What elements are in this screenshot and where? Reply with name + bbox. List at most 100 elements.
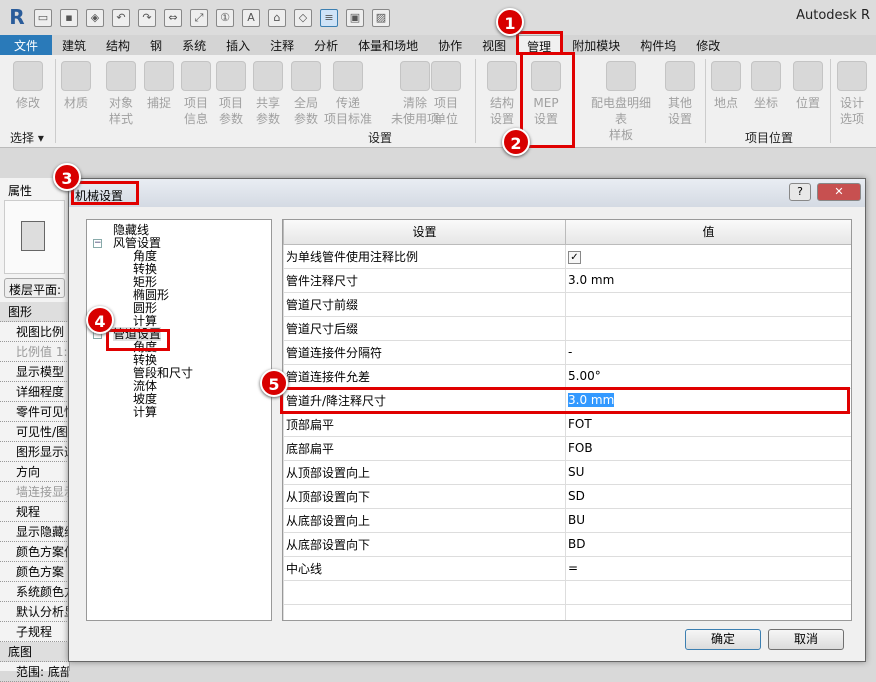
setting-value-text[interactable]: = (568, 561, 578, 575)
tree-item-duct-child[interactable]: 矩形 (133, 275, 157, 289)
section-icon[interactable]: ◇ (294, 8, 312, 27)
property-row[interactable]: 可见性/图 (0, 422, 69, 442)
revit-logo[interactable]: R (8, 7, 26, 27)
property-row[interactable]: 子规程 (0, 622, 69, 642)
property-row[interactable]: 方向 (0, 462, 69, 482)
property-row[interactable]: 图形显示选 (0, 442, 69, 462)
property-row[interactable]: 颜色方案 (0, 562, 69, 582)
close-hidden-icon[interactable]: ▨ (372, 8, 390, 27)
setting-value-text[interactable]: BD (568, 537, 585, 551)
measure-icon[interactable]: ⇔ (164, 8, 182, 27)
ribbon-button-18[interactable]: 设计 选项 (830, 61, 874, 127)
property-row[interactable]: 详细程度 (0, 382, 69, 402)
save-icon[interactable]: ▪ (60, 8, 78, 27)
property-row[interactable]: 比例值 1: (0, 342, 69, 362)
tree-item-pipe-child[interactable]: 计算 (133, 405, 157, 419)
tab-4[interactable]: 系统 (172, 35, 216, 55)
ribbon-button-12[interactable]: MEP 设置 (524, 61, 568, 127)
tab-11[interactable]: 管理 (516, 35, 563, 55)
setting-value[interactable]: 3.0 mm (565, 387, 851, 413)
tree-item-pipe-child[interactable]: 流体 (133, 379, 157, 393)
switch-windows-icon[interactable]: ▣ (346, 8, 364, 27)
setting-value[interactable]: SD (565, 483, 851, 509)
tree-item-pipe-child[interactable]: 转换 (133, 353, 157, 367)
table-row[interactable]: 中心线 = (283, 555, 851, 581)
setting-value-text[interactable]: FOT (568, 417, 592, 431)
setting-value-text[interactable]: 3.0 mm (568, 393, 615, 407)
setting-value[interactable]: FOB (565, 435, 851, 461)
property-row[interactable]: 视图比例 (0, 322, 69, 342)
tab-3[interactable]: 钢 (140, 35, 172, 55)
tab-13[interactable]: 构件坞 (630, 35, 686, 55)
table-row[interactable]: 管道连接件允差 5.00° (283, 363, 851, 389)
tab-10[interactable]: 视图 (472, 35, 516, 55)
tree-item-hidden-lines[interactable]: 隐藏线 (113, 223, 149, 237)
tree-item-pipe-settings[interactable]: 管道设置 (113, 327, 162, 341)
ribbon-button-0[interactable]: 修改 (6, 61, 50, 111)
property-row[interactable]: 规程 (0, 502, 69, 522)
column-header-setting[interactable]: 设置 (283, 220, 566, 245)
table-row[interactable]: 管道连接件分隔符 - (283, 339, 851, 365)
redo-icon[interactable]: ↷ (138, 8, 156, 27)
setting-value[interactable]: ✓ (565, 243, 851, 269)
property-row[interactable]: 颜色方案位 (0, 542, 69, 562)
setting-value-text[interactable]: 5.00° (568, 369, 601, 383)
setting-value-text[interactable]: FOB (568, 441, 593, 455)
setting-value[interactable]: BU (565, 507, 851, 533)
tag-icon[interactable]: ① (216, 8, 234, 27)
setting-value[interactable] (565, 315, 851, 341)
table-row[interactable]: 底部扁平 FOB (283, 435, 851, 461)
cancel-button[interactable]: 取消 (768, 629, 844, 650)
property-row[interactable]: 零件可见性 (0, 402, 69, 422)
tree-item-duct-child[interactable]: 圆形 (133, 301, 157, 315)
property-row[interactable]: 系统颜色方 (0, 582, 69, 602)
sync-icon[interactable]: ◈ (86, 8, 104, 27)
table-row[interactable]: 从底部设置向下 BD (283, 531, 851, 557)
tree-item-pipe-child[interactable]: 角度 (133, 340, 157, 354)
close-button[interactable]: ✕ (817, 183, 861, 201)
setting-value[interactable]: 3.0 mm (565, 267, 851, 293)
table-row[interactable]: 顶部扁平 FOT (283, 411, 851, 437)
text-icon[interactable]: A (242, 8, 260, 27)
table-row[interactable]: 从顶部设置向下 SD (283, 483, 851, 509)
ribbon-button-13[interactable]: 配电盘明细表 样板 (586, 61, 656, 143)
undo-icon[interactable]: ↶ (112, 8, 130, 27)
setting-value-text[interactable]: - (568, 345, 572, 359)
setting-value-text[interactable]: SU (568, 465, 584, 479)
tree-item-duct-child[interactable]: 角度 (133, 249, 157, 263)
tree-item-pipe-child[interactable]: 坡度 (133, 392, 157, 406)
property-row[interactable]: 默认分析显 (0, 602, 69, 622)
tree-item-duct-settings[interactable]: 风管设置 (113, 236, 161, 250)
property-row[interactable]: 图形 (0, 302, 69, 322)
help-button[interactable]: ? (789, 183, 811, 201)
table-row[interactable]: 管件注释尺寸 3.0 mm (283, 267, 851, 293)
table-row[interactable]: 管道升/降注释尺寸 3.0 mm (283, 387, 851, 413)
tree-item-pipe-child[interactable]: 管段和尺寸 (133, 366, 193, 380)
setting-value[interactable]: - (565, 339, 851, 365)
tree-item-duct-child[interactable]: 椭圆形 (133, 288, 169, 302)
ribbon-button-8[interactable]: 传递 项目标准 (319, 61, 377, 127)
tab-8[interactable]: 体量和场地 (348, 35, 428, 55)
ribbon-button-15[interactable]: 地点 (704, 61, 748, 111)
tab-12[interactable]: 附加模块 (562, 35, 630, 55)
property-row[interactable]: 墙连接显示 (0, 482, 69, 502)
ribbon-button-1[interactable]: 材质 (54, 61, 98, 111)
table-row[interactable]: 管道尺寸前缀 (283, 291, 851, 317)
ribbon-button-10[interactable]: 项目 单位 (424, 61, 468, 127)
tab-7[interactable]: 分析 (304, 35, 348, 55)
3d-view-icon[interactable]: ⌂ (268, 8, 286, 27)
setting-value[interactable] (565, 291, 851, 317)
dimension-icon[interactable]: ⤢ (190, 8, 208, 27)
annotation-scale-checkbox[interactable]: ✓ (568, 250, 581, 264)
setting-value[interactable]: = (565, 555, 851, 581)
setting-value[interactable]: 5.00° (565, 363, 851, 389)
tab-1[interactable]: 建筑 (52, 35, 96, 55)
setting-value[interactable]: FOT (565, 411, 851, 437)
table-row[interactable]: 从顶部设置向上 SU (283, 459, 851, 485)
tab-6[interactable]: 注释 (260, 35, 304, 55)
ribbon-button-17[interactable]: 位置 (786, 61, 830, 111)
tree-item-duct-child[interactable]: 转换 (133, 262, 157, 276)
tab-5[interactable]: 插入 (216, 35, 260, 55)
setting-value-text[interactable]: BU (568, 513, 585, 527)
property-row[interactable]: 范围: 底部 (0, 662, 69, 682)
